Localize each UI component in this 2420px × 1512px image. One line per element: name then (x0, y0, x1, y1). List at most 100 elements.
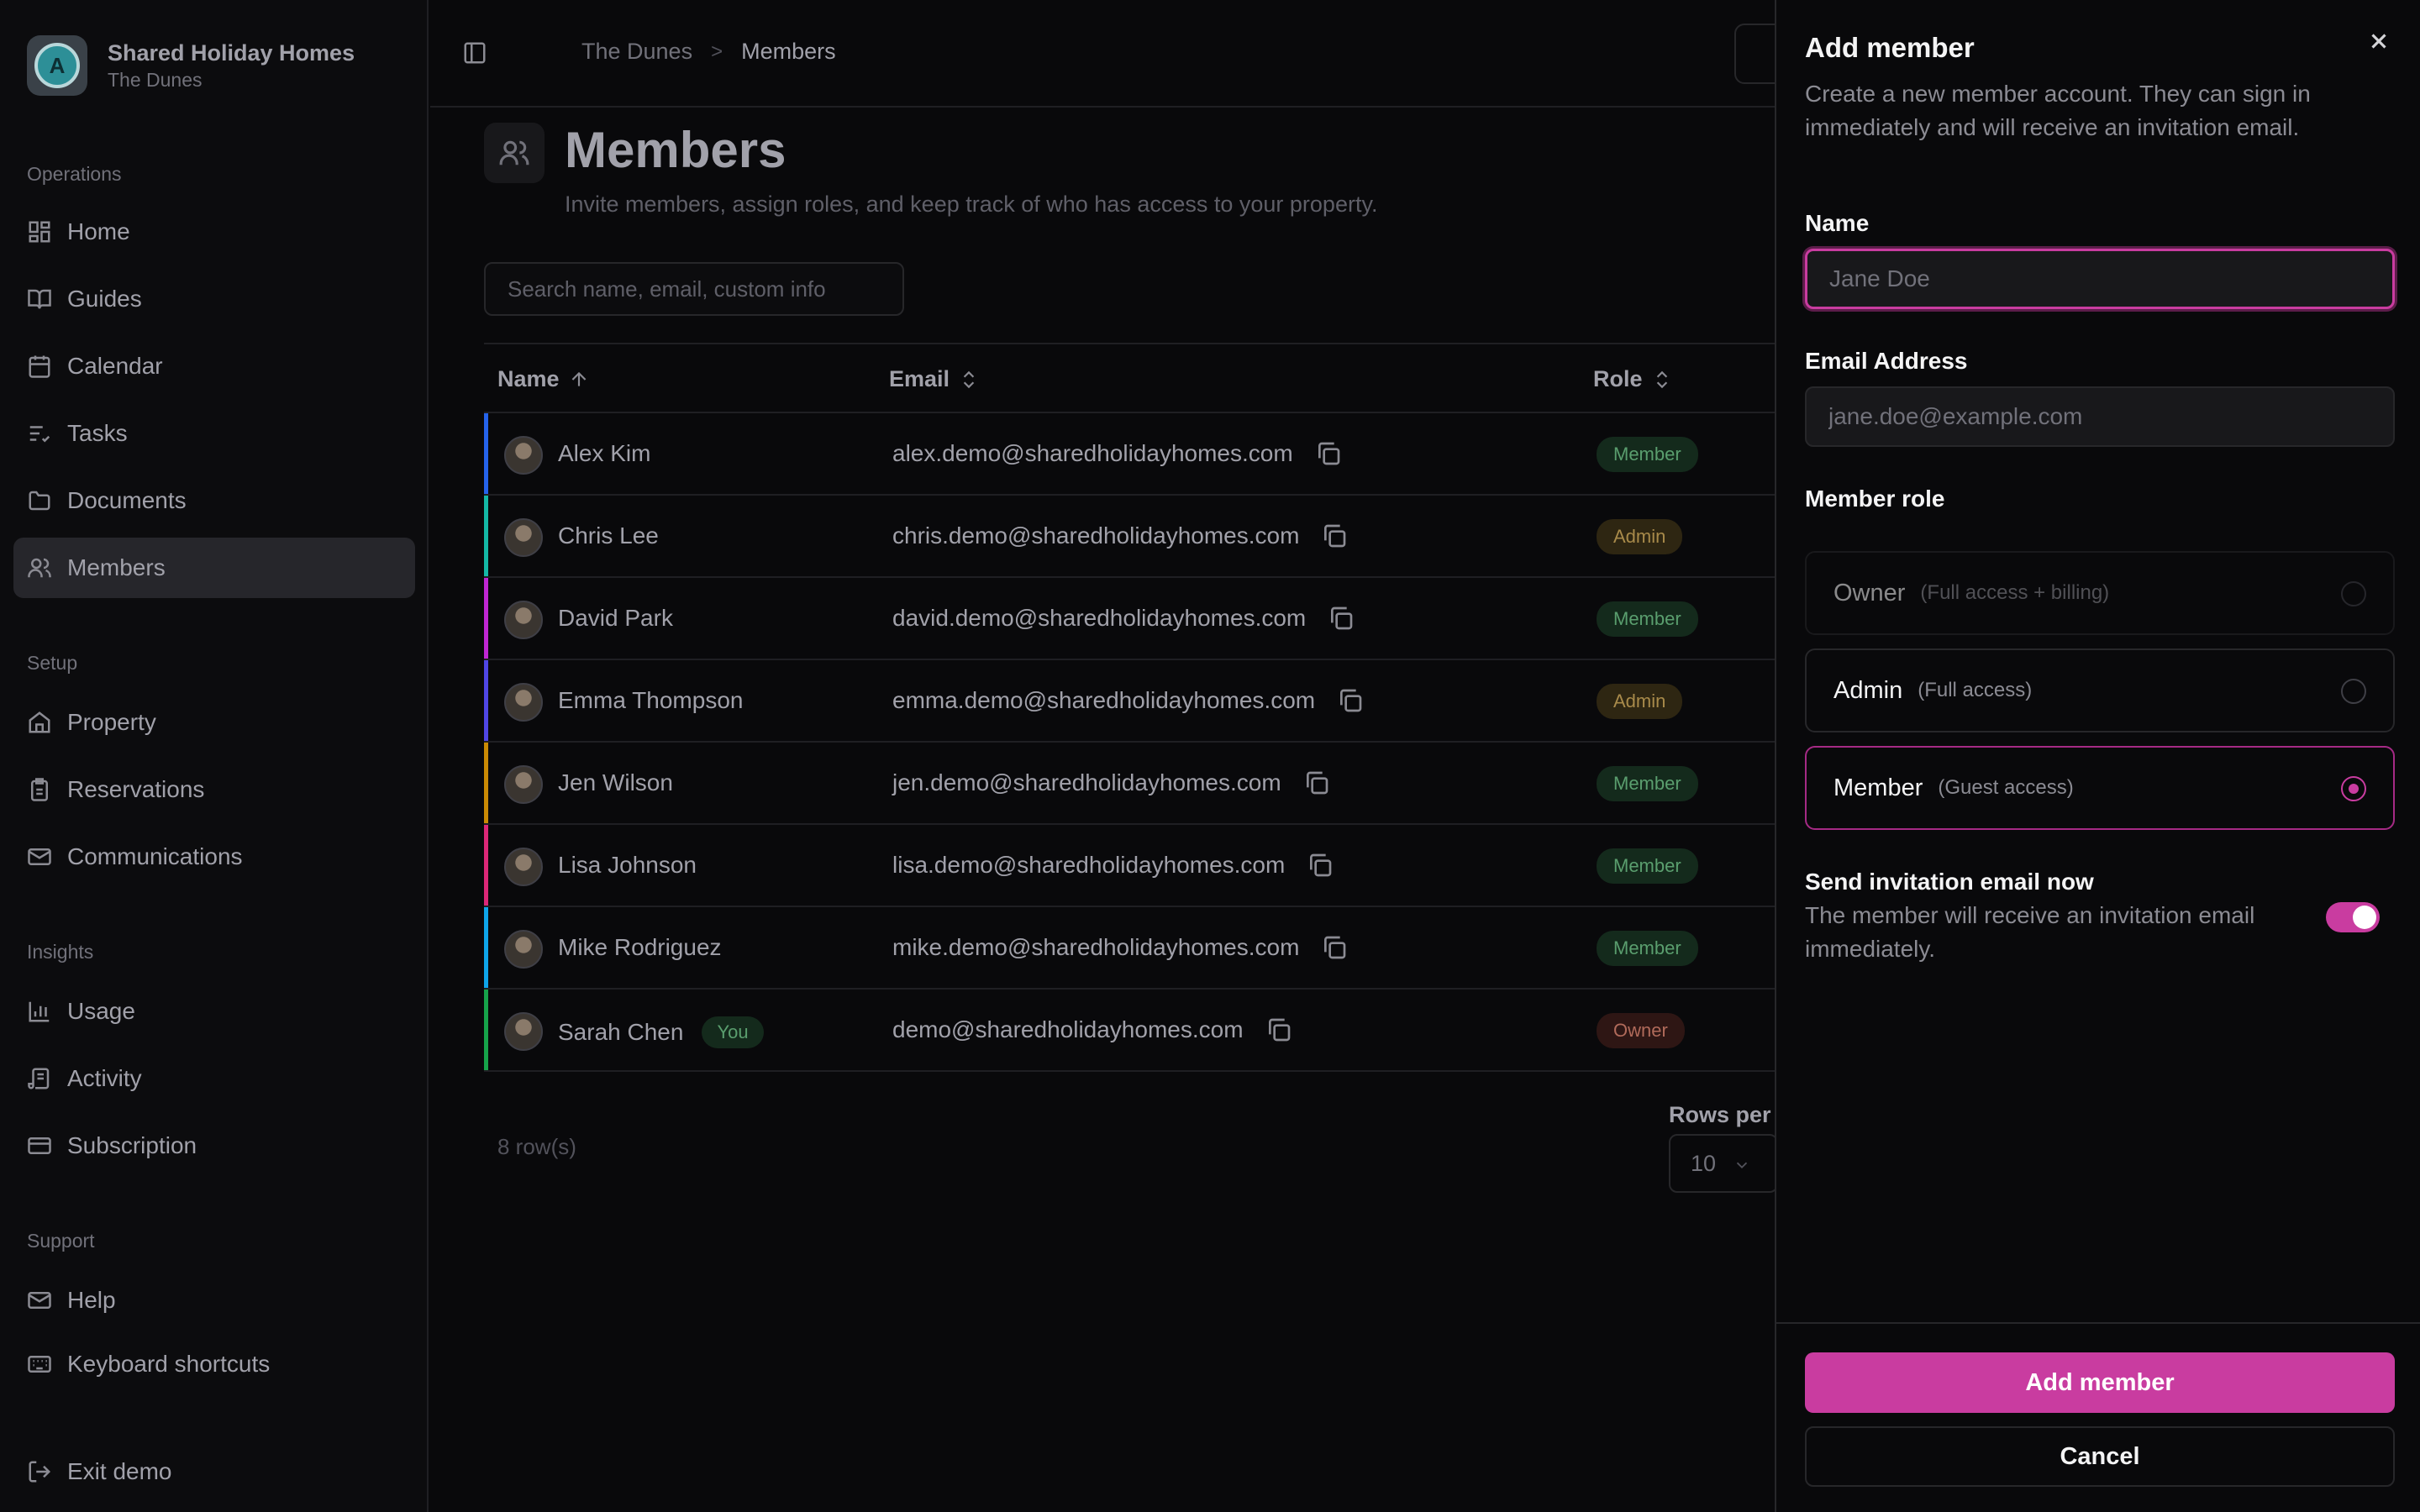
add-member-button[interactable]: Add member (1805, 1352, 2395, 1413)
copy-icon[interactable] (1307, 852, 1334, 879)
member-name-cell: Mike Rodriguez (558, 934, 722, 961)
column-header-email[interactable]: Email (889, 366, 980, 392)
copy-icon[interactable] (1265, 1016, 1292, 1043)
member-email: chris.demo@sharedholidayhomes.com (892, 522, 1300, 549)
name-label: Name (1805, 210, 1870, 236)
radio-button[interactable] (2341, 776, 2366, 801)
sidebar-toggle-button[interactable] (460, 40, 489, 66)
sidebar: A Shared Holiday Homes The Dunes Operati… (0, 0, 429, 1512)
credit-card-icon (28, 1137, 51, 1154)
member-email: mike.demo@sharedholidayhomes.com (892, 934, 1300, 960)
table-row[interactable]: Chris Lee chris.demo@sharedholidayhomes.c… (484, 496, 1828, 578)
sidebar-item-label: Keyboard shortcuts (67, 1351, 271, 1377)
role-option-owner[interactable]: Owner (Full access + billing) (1805, 551, 2395, 635)
dashboard-icon (29, 221, 50, 243)
copy-icon[interactable] (1303, 769, 1330, 796)
sidebar-item-home[interactable]: Home (13, 202, 415, 262)
chevron-down-icon (1733, 1154, 1751, 1173)
close-button[interactable] (2366, 29, 2391, 54)
section-label-operations: Operations (27, 163, 122, 185)
drawer-footer: Add member Cancel (1776, 1322, 2420, 1512)
row-color-bar (484, 907, 488, 988)
sidebar-item-help[interactable]: Help (13, 1270, 415, 1331)
table-row[interactable]: Alex Kim alex.demo@sharedholidayhomes.com… (484, 413, 1828, 496)
send-invitation-toggle[interactable] (2326, 902, 2380, 932)
sidebar-item-activity[interactable]: Activity (13, 1048, 415, 1109)
sidebar-item-guides[interactable]: Guides (13, 269, 415, 329)
copy-icon[interactable] (1337, 687, 1364, 714)
copy-icon[interactable] (1321, 934, 1348, 961)
role-option-admin[interactable]: Admin (Full access) (1805, 648, 2395, 732)
you-badge: You (702, 1016, 764, 1048)
breadcrumb-parent-link[interactable]: The Dunes (581, 39, 692, 65)
radio-button[interactable] (2341, 581, 2366, 606)
sidebar-item-label: Usage (67, 998, 135, 1024)
page-icon (484, 123, 544, 183)
member-name-cell: Alex Kim (558, 440, 650, 467)
member-email: emma.demo@sharedholidayhomes.com (892, 687, 1316, 713)
member-role-label: Member role (1805, 486, 1945, 512)
name-field[interactable] (1805, 249, 2395, 309)
sidebar-item-tasks[interactable]: Tasks (13, 403, 415, 464)
avatar (504, 436, 543, 475)
sidebar-item-label: Exit demo (67, 1458, 172, 1484)
sidebar-item-calendar[interactable]: Calendar (13, 336, 415, 396)
sidebar-item-label: Activity (67, 1065, 142, 1091)
panel-left-icon (464, 42, 486, 64)
role-badge: Member (1597, 766, 1698, 801)
sort-icon (963, 370, 975, 388)
member-email: demo@sharedholidayhomes.com (892, 1016, 1244, 1042)
sidebar-item-label: Reservations (67, 776, 205, 802)
table-row[interactable]: Mike Rodriguez mike.demo@sharedholidayhom… (484, 907, 1828, 990)
sidebar-item-label: Help (67, 1287, 116, 1313)
email-field[interactable] (1805, 386, 2395, 447)
sidebar-item-property[interactable]: Property (13, 692, 415, 753)
copy-icon[interactable] (1321, 522, 1348, 549)
member-name-cell: David Park (558, 605, 673, 632)
role-badge: Member (1597, 848, 1698, 884)
invite-toggle-description: The member will receive an invitation em… (1805, 902, 2255, 962)
avatar (504, 601, 543, 639)
table-row[interactable]: Sarah Chen You demo@sharedholidayhomes.com… (484, 990, 1828, 1072)
cancel-button[interactable]: Cancel (1805, 1426, 2395, 1487)
sidebar-item-communications[interactable]: Communications (13, 827, 415, 887)
table-row[interactable]: Lisa Johnson lisa.demo@sharedholidayhomes… (484, 825, 1828, 907)
column-header-name[interactable]: Name (497, 366, 590, 392)
book-icon (28, 289, 51, 309)
avatar (504, 683, 543, 722)
sidebar-item-keyboard-shortcuts[interactable]: Keyboard shortcuts (13, 1334, 415, 1394)
rows-per-page-select[interactable]: 10 (1669, 1134, 1778, 1193)
role-badge: Member (1597, 437, 1698, 472)
table-row[interactable]: David Park david.demo@sharedholidayhomes.… (484, 578, 1828, 660)
column-header-role[interactable]: Role (1593, 366, 1673, 392)
sort-icon (1656, 370, 1667, 388)
copy-icon[interactable] (1328, 605, 1355, 632)
exit-demo-button[interactable]: Exit demo (13, 1441, 415, 1502)
sidebar-item-subscription[interactable]: Subscription (13, 1116, 415, 1176)
member-email: alex.demo@sharedholidayhomes.com (892, 440, 1293, 466)
table-row[interactable]: Emma Thompson emma.demo@sharedholidayhome… (484, 660, 1828, 743)
role-option-member[interactable]: Member (Guest access) (1805, 746, 2395, 830)
sidebar-item-members[interactable]: Members (13, 538, 415, 598)
table-row[interactable]: Jen Wilson jen.demo@sharedholidayhomes.co… (484, 743, 1828, 825)
member-name: Alex Kim (558, 440, 651, 466)
sidebar-item-documents[interactable]: Documents (13, 470, 415, 531)
member-search-input[interactable] (484, 262, 904, 316)
brand[interactable]: A Shared Holiday Homes The Dunes (27, 35, 355, 96)
member-name: Emma Thompson (558, 687, 744, 713)
member-email: jen.demo@sharedholidayhomes.com (892, 769, 1281, 795)
avatar (504, 518, 543, 557)
avatar (504, 765, 543, 804)
sidebar-item-reservations[interactable]: Reservations (13, 759, 415, 820)
radio-button[interactable] (2341, 679, 2366, 704)
copy-icon[interactable] (1315, 440, 1342, 467)
sidebar-item-label: Members (67, 554, 166, 580)
page-subtitle: Invite members, assign roles, and keep t… (565, 192, 1378, 217)
sidebar-item-label: Property (67, 709, 156, 735)
sidebar-item-usage[interactable]: Usage (13, 981, 415, 1042)
member-name-cell: Chris Lee (558, 522, 659, 549)
sidebar-item-label: Communications (67, 843, 243, 869)
row-color-bar (484, 578, 488, 659)
member-name: Chris Lee (558, 522, 659, 549)
drawer-description: Create a new member account. They can si… (1805, 81, 2311, 140)
